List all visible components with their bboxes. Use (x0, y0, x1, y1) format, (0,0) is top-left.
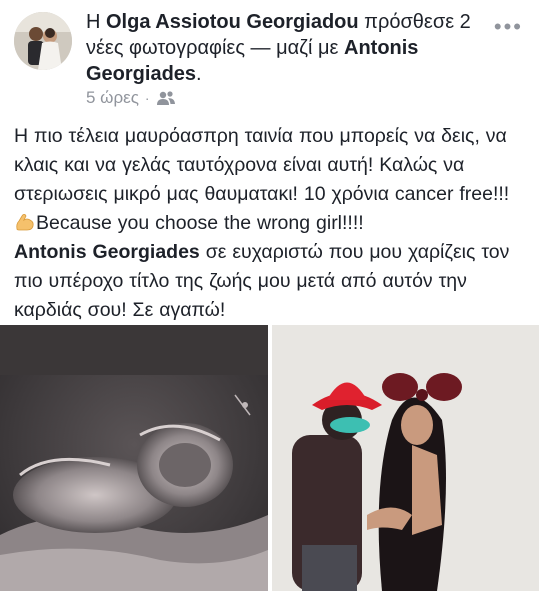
flexed-biceps-icon (16, 214, 34, 231)
post-meta: 5 ώρες · (86, 88, 176, 108)
photo-couple[interactable] (272, 325, 539, 591)
body-text-2: Because you choose the wrong girl!!!! (36, 212, 364, 234)
avatar[interactable] (14, 12, 72, 70)
header-prefix: Η (86, 11, 106, 33)
facebook-post: Η Olga Assiotou Georgiadou πρόσθεσε 2 νέ… (0, 0, 539, 591)
photo-ultrasound[interactable] (0, 325, 268, 591)
timestamp-link[interactable]: 5 ώρες (86, 88, 139, 108)
post-body: Η πιο τέλεια μαυρόασπρη ταινία που μπορε… (14, 122, 529, 325)
couple-image (272, 325, 539, 591)
post-header: Η Olga Assiotou Georgiadou πρόσθεσε 2 νέ… (86, 9, 476, 87)
avatar-image (14, 12, 72, 70)
body-text-1: Η πιο τέλεια μαυρόασπρη ταινία που μπορε… (14, 125, 510, 205)
mention-link[interactable]: Antonis Georgiades (14, 241, 200, 263)
friends-icon[interactable] (156, 90, 176, 106)
author-name-link[interactable]: Olga Assiotou Georgiadou (106, 11, 359, 33)
meta-separator: · (144, 90, 150, 106)
ultrasound-image (0, 325, 268, 591)
more-options-button[interactable]: ••• (494, 14, 523, 40)
header-suffix: . (196, 63, 202, 85)
